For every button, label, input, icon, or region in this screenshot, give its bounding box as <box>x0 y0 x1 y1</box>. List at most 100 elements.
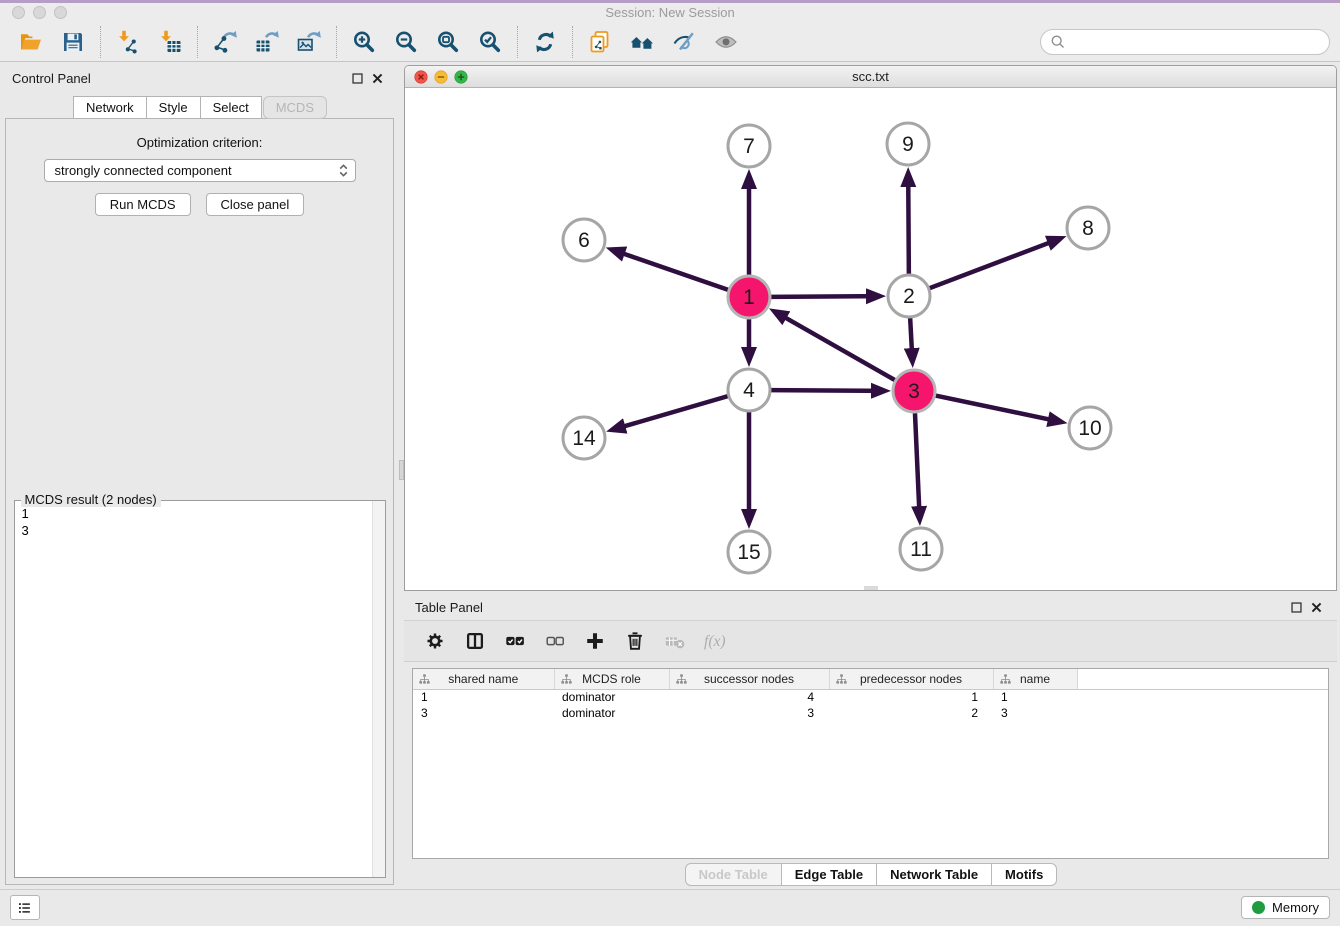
split-columns-button[interactable] <box>456 624 494 658</box>
table-cell[interactable]: 3 <box>669 705 829 721</box>
float-panel-button[interactable] <box>347 69 367 87</box>
tab-style[interactable]: Style <box>146 96 201 119</box>
table-cell[interactable]: 4 <box>669 689 829 705</box>
graph-node-14[interactable]: 14 <box>563 417 605 459</box>
export-network-button[interactable] <box>204 24 246 60</box>
toolbar-separator <box>572 26 573 58</box>
table-row[interactable]: 3dominator323 <box>413 705 1328 721</box>
graph-node-label: 4 <box>743 379 755 402</box>
export-image-icon <box>297 30 321 54</box>
memory-button[interactable]: Memory <box>1241 896 1330 919</box>
graph-node-4[interactable]: 4 <box>728 369 770 411</box>
zoom-window-icon[interactable] <box>454 70 468 84</box>
add-column-button[interactable] <box>576 624 614 658</box>
tab-network[interactable]: Network <box>73 96 147 119</box>
column-header-shared-name[interactable]: shared name <box>413 669 554 689</box>
save-session-button[interactable] <box>52 24 94 60</box>
graph-edge-1-2[interactable] <box>771 296 880 297</box>
table-cell[interactable]: 1 <box>829 689 993 705</box>
mcds-result-text[interactable]: 1 3 <box>15 501 385 877</box>
run-mcds-button[interactable]: Run MCDS <box>95 193 191 216</box>
graph-node-3[interactable]: 3 <box>893 370 935 412</box>
close-window-button[interactable] <box>12 6 25 19</box>
import-table-button[interactable] <box>149 24 191 60</box>
table-cell[interactable]: dominator <box>554 689 669 705</box>
table-cell[interactable]: dominator <box>554 705 669 721</box>
graph-node-2[interactable]: 2 <box>888 275 930 317</box>
graph-edge-3-1[interactable] <box>774 311 895 380</box>
network-canvas[interactable]: 7 9 6 8 1 2 4 3 14 10 15 11 <box>405 88 1336 590</box>
zoom-selected-button[interactable] <box>469 24 511 60</box>
graph-node-11[interactable]: 11 <box>900 528 942 570</box>
panel-splitter[interactable] <box>399 62 404 889</box>
table-row[interactable]: 1dominator411 <box>413 689 1328 705</box>
tab-select[interactable]: Select <box>200 96 262 119</box>
settings-gear-button[interactable] <box>416 624 454 658</box>
maximize-window-button[interactable] <box>54 6 67 19</box>
tab-network-table[interactable]: Network Table <box>876 863 992 886</box>
tab-mcds[interactable]: MCDS <box>263 96 327 119</box>
clone-network-icon <box>588 30 612 54</box>
table-cell[interactable]: 3 <box>413 705 554 721</box>
close-table-panel-button[interactable] <box>1306 598 1326 616</box>
graph-node-label: 3 <box>908 380 920 403</box>
window-titlebar: Session: New Session <box>0 0 1340 22</box>
graph-node-9[interactable]: 9 <box>887 123 929 165</box>
graph-node-6[interactable]: 6 <box>563 219 605 261</box>
tab-node-table[interactable]: Node Table <box>685 863 782 886</box>
refresh-layout-button[interactable] <box>524 24 566 60</box>
graph-edge-4-14[interactable] <box>612 396 728 430</box>
tab-motifs[interactable]: Motifs <box>991 863 1057 886</box>
result-scrollbar[interactable] <box>372 501 385 877</box>
eye-slash-icon <box>672 30 696 54</box>
zoom-out-button[interactable] <box>385 24 427 60</box>
graph-edge-1-6[interactable] <box>611 249 728 289</box>
graph-edge-4-3[interactable] <box>771 390 885 391</box>
graph-edge-2-9[interactable] <box>908 173 909 274</box>
close-panel-button[interactable] <box>367 69 387 87</box>
control-panel-title: Control Panel <box>12 71 91 86</box>
canvas-grip[interactable] <box>864 586 878 590</box>
graph-edge-2-8[interactable] <box>930 238 1061 288</box>
eye-slash-button[interactable] <box>663 24 705 60</box>
graph-node-10[interactable]: 10 <box>1069 407 1111 449</box>
zoom-fit-button[interactable] <box>427 24 469 60</box>
graph-node-label: 14 <box>572 427 596 450</box>
column-header-successor-nodes[interactable]: successor nodes <box>669 669 829 689</box>
splitter-grip[interactable] <box>399 460 404 480</box>
graph-node-8[interactable]: 8 <box>1067 207 1109 249</box>
table-cell[interactable]: 1 <box>413 689 554 705</box>
graph-edge-2-3[interactable] <box>910 318 912 362</box>
close-window-icon[interactable] <box>414 70 428 84</box>
graph-node-15[interactable]: 15 <box>728 531 770 573</box>
tab-edge-table[interactable]: Edge Table <box>781 863 877 886</box>
column-header-name[interactable]: name <box>993 669 1077 689</box>
houses-button[interactable] <box>621 24 663 60</box>
delete-column-button[interactable] <box>616 624 654 658</box>
graph-edge-3-11[interactable] <box>915 413 920 520</box>
deselect-all-button[interactable] <box>536 624 574 658</box>
zoom-in-button[interactable] <box>343 24 385 60</box>
graph-node-1[interactable]: 1 <box>728 276 770 318</box>
minimize-window-button[interactable] <box>33 6 46 19</box>
minimize-window-icon[interactable] <box>434 70 448 84</box>
search-field <box>1040 29 1330 55</box>
export-table-button[interactable] <box>246 24 288 60</box>
table-cell[interactable]: 1 <box>993 689 1077 705</box>
task-history-button[interactable] <box>10 895 40 920</box>
optimization-criterion-select[interactable]: strongly connected component <box>44 159 356 182</box>
clone-network-button[interactable] <box>579 24 621 60</box>
table-cell[interactable]: 2 <box>829 705 993 721</box>
table-cell[interactable]: 3 <box>993 705 1077 721</box>
export-image-button[interactable] <box>288 24 330 60</box>
float-table-panel-button[interactable] <box>1286 598 1306 616</box>
close-panel-button-mcds[interactable]: Close panel <box>206 193 305 216</box>
graph-node-7[interactable]: 7 <box>728 125 770 167</box>
search-input[interactable] <box>1071 33 1320 50</box>
import-network-button[interactable] <box>107 24 149 60</box>
open-file-button[interactable] <box>10 24 52 60</box>
column-header-MCDS-role[interactable]: MCDS role <box>554 669 669 689</box>
column-header-predecessor-nodes[interactable]: predecessor nodes <box>829 669 993 689</box>
graph-edge-3-10[interactable] <box>936 396 1062 423</box>
select-all-button[interactable] <box>496 624 534 658</box>
